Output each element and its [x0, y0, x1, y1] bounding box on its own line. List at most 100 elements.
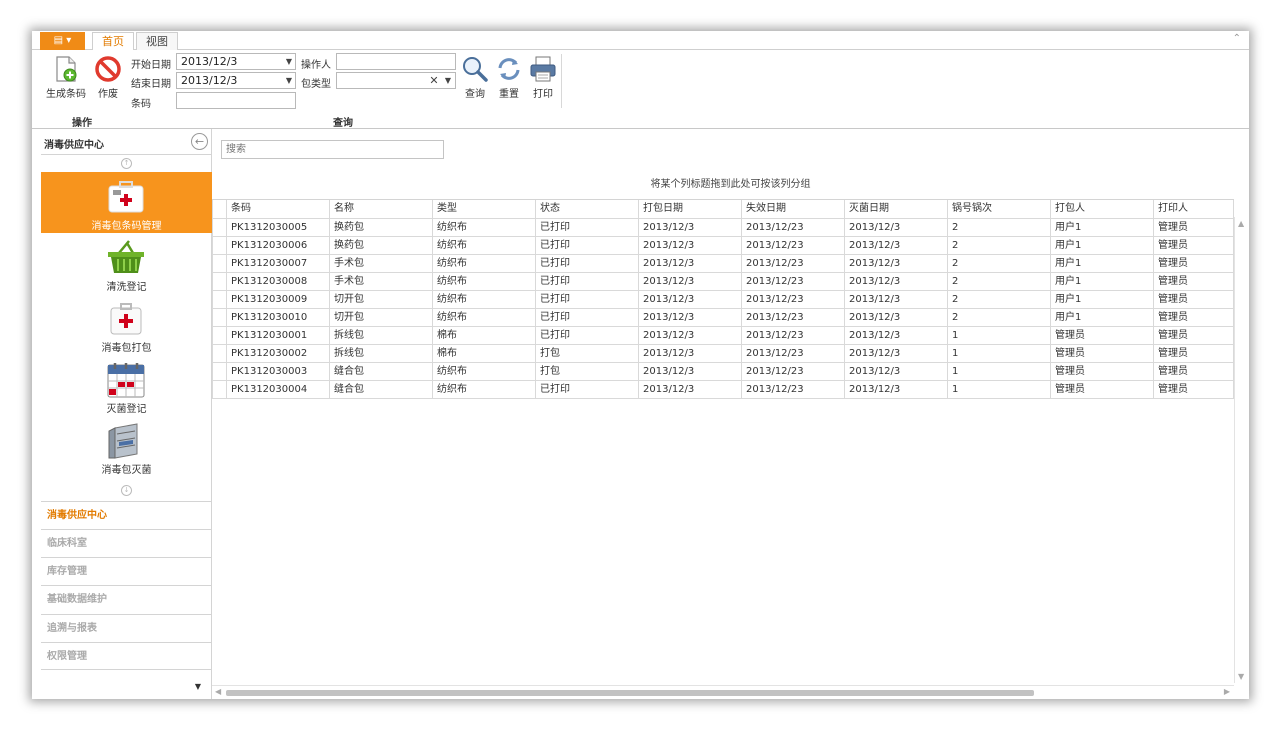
table-cell[interactable]: 用户1: [1050, 291, 1153, 308]
nav-group-base-data[interactable]: 基础数据维护: [41, 585, 212, 613]
table-row[interactable]: PK1312030006 换药包 纺织布 已打印 2013/12/3 2013/12/23…: [212, 237, 1234, 255]
table-row[interactable]: PK1312030009 切开包 纺织布 已打印 2013/12/3 2013/12/23…: [212, 291, 1234, 309]
table-cell[interactable]: 2013/12/3: [638, 255, 741, 272]
table-cell[interactable]: 1: [947, 327, 1050, 344]
nav-group-trace-reports[interactable]: 追溯与报表: [41, 614, 212, 642]
table-cell[interactable]: 2013/12/3: [638, 345, 741, 362]
table-cell[interactable]: 管理员: [1153, 381, 1234, 398]
reset-button[interactable]: 重置: [494, 55, 524, 100]
table-cell[interactable]: 2013/12/3: [844, 309, 947, 326]
table-cell[interactable]: 用户1: [1050, 273, 1153, 290]
table-cell[interactable]: 2013/12/3: [844, 345, 947, 362]
table-cell[interactable]: 2013/12/3: [638, 363, 741, 380]
table-cell[interactable]: PK1312030001: [226, 327, 329, 344]
table-cell[interactable]: 1: [947, 345, 1050, 362]
table-cell[interactable]: 手术包: [329, 273, 432, 290]
nav-collapse-icon[interactable]: ←: [191, 133, 208, 150]
vertical-scrollbar[interactable]: ▲ ▼: [1234, 217, 1249, 683]
table-cell[interactable]: 纺织布: [432, 219, 535, 236]
clear-icon[interactable]: ✕: [427, 72, 441, 89]
column-header[interactable]: 灭菌日期: [844, 200, 947, 218]
table-row[interactable]: PK1312030008 手术包 纺织布 已打印 2013/12/3 2013/12/23…: [212, 273, 1234, 291]
table-cell[interactable]: 管理员: [1153, 327, 1234, 344]
table-cell[interactable]: 已打印: [535, 237, 638, 254]
table-cell[interactable]: PK1312030002: [226, 345, 329, 362]
app-menu-button[interactable]: ▤ ▾: [40, 32, 85, 50]
row-indicator[interactable]: [212, 327, 226, 344]
table-row[interactable]: PK1312030002 拆线包 棉布 打包 2013/12/3 2013/12/23 20…: [212, 345, 1234, 363]
horizontal-scrollbar[interactable]: ◀ ▶: [212, 685, 1234, 699]
table-cell[interactable]: PK1312030003: [226, 363, 329, 380]
tab-home[interactable]: 首页: [92, 32, 134, 51]
table-cell[interactable]: 用户1: [1050, 219, 1153, 236]
table-cell[interactable]: 2013/12/3: [638, 291, 741, 308]
table-cell[interactable]: 2013/12/3: [844, 327, 947, 344]
table-cell[interactable]: 纺织布: [432, 363, 535, 380]
table-cell[interactable]: 2013/12/23: [741, 363, 844, 380]
table-cell[interactable]: 拆线包: [329, 345, 432, 362]
table-cell[interactable]: 管理员: [1153, 345, 1234, 362]
pack-type-dropdown-icon[interactable]: ▼: [441, 72, 455, 89]
nav-group-clinical-departments[interactable]: 临床科室: [41, 529, 212, 557]
table-cell[interactable]: 2013/12/3: [844, 291, 947, 308]
column-header[interactable]: 打包人: [1050, 200, 1153, 218]
collapse-ribbon-icon[interactable]: ⌃: [1233, 33, 1241, 44]
table-cell[interactable]: 手术包: [329, 255, 432, 272]
row-indicator[interactable]: [212, 291, 226, 308]
table-cell[interactable]: 已打印: [535, 381, 638, 398]
table-row[interactable]: PK1312030007 手术包 纺织布 已打印 2013/12/3 2013/12/23…: [212, 255, 1234, 273]
scroll-right-icon[interactable]: ▶: [1224, 687, 1230, 696]
table-cell[interactable]: 2: [947, 273, 1050, 290]
nav-more-icon[interactable]: ▼: [195, 682, 201, 691]
table-cell[interactable]: 缝合包: [329, 381, 432, 398]
table-cell[interactable]: PK1312030004: [226, 381, 329, 398]
table-cell[interactable]: 2013/12/23: [741, 309, 844, 326]
table-cell[interactable]: 用户1: [1050, 255, 1153, 272]
table-cell[interactable]: 管理员: [1153, 273, 1234, 290]
table-cell[interactable]: PK1312030006: [226, 237, 329, 254]
search-button[interactable]: 查询: [460, 55, 490, 100]
table-cell[interactable]: 2013/12/23: [741, 381, 844, 398]
column-header[interactable]: 失效日期: [741, 200, 844, 218]
table-cell[interactable]: 拆线包: [329, 327, 432, 344]
table-cell[interactable]: 2013/12/3: [844, 237, 947, 254]
table-cell[interactable]: PK1312030008: [226, 273, 329, 290]
table-row[interactable]: PK1312030001 拆线包 棉布 已打印 2013/12/3 2013/12/23 2…: [212, 327, 1234, 345]
table-cell[interactable]: 用户1: [1050, 309, 1153, 326]
column-header[interactable]: 条码: [226, 200, 329, 218]
table-cell[interactable]: 管理员: [1153, 309, 1234, 326]
table-cell[interactable]: 2013/12/3: [638, 309, 741, 326]
table-cell[interactable]: 用户1: [1050, 237, 1153, 254]
table-cell[interactable]: 2013/12/3: [638, 237, 741, 254]
table-cell[interactable]: 2013/12/23: [741, 327, 844, 344]
table-cell[interactable]: 1: [947, 381, 1050, 398]
print-button[interactable]: 打印: [528, 55, 558, 100]
table-cell[interactable]: 2013/12/3: [638, 273, 741, 290]
nav-item-cleaning-registration[interactable]: 清洗登记: [41, 233, 212, 294]
table-cell[interactable]: 已打印: [535, 327, 638, 344]
end-date-dropdown-icon[interactable]: ▼: [282, 72, 296, 89]
table-cell[interactable]: 棉布: [432, 327, 535, 344]
table-cell[interactable]: 管理员: [1050, 363, 1153, 380]
table-cell[interactable]: 2013/12/3: [638, 381, 741, 398]
nav-item-barcode-management[interactable]: 消毒包条码管理: [41, 172, 212, 233]
row-indicator[interactable]: [212, 255, 226, 272]
table-cell[interactable]: 2013/12/3: [638, 327, 741, 344]
table-cell[interactable]: PK1312030010: [226, 309, 329, 326]
table-cell[interactable]: PK1312030009: [226, 291, 329, 308]
table-cell[interactable]: 2: [947, 309, 1050, 326]
nav-scroll-down-icon[interactable]: ↓: [121, 485, 132, 496]
table-cell[interactable]: 棉布: [432, 345, 535, 362]
table-cell[interactable]: 切开包: [329, 291, 432, 308]
table-cell[interactable]: 管理员: [1153, 255, 1234, 272]
row-indicator[interactable]: [212, 237, 226, 254]
row-indicator[interactable]: [212, 309, 226, 326]
table-cell[interactable]: 纺织布: [432, 291, 535, 308]
row-indicator[interactable]: [212, 219, 226, 236]
table-cell[interactable]: 管理员: [1153, 363, 1234, 380]
table-cell[interactable]: 2013/12/23: [741, 219, 844, 236]
table-cell[interactable]: 2: [947, 237, 1050, 254]
table-cell[interactable]: 2013/12/3: [844, 255, 947, 272]
table-cell[interactable]: 2013/12/23: [741, 345, 844, 362]
nav-group-supply-center[interactable]: 消毒供应中心: [41, 501, 212, 529]
